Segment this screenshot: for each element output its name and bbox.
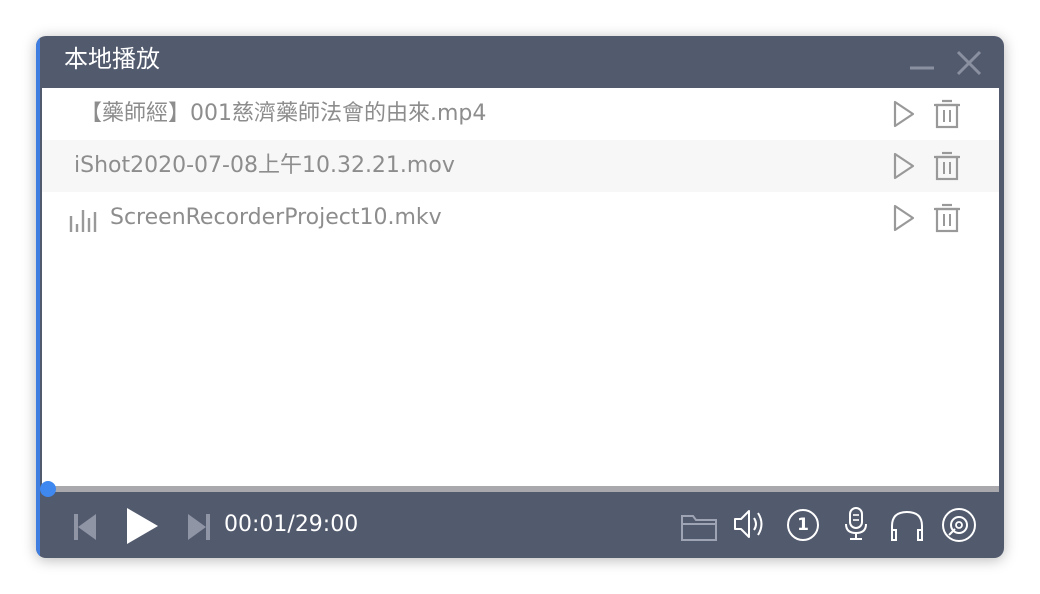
close-button[interactable] — [954, 48, 984, 78]
playlist-item[interactable]: 【藥師經】001慈濟藥師法會的由來.mp4 — [42, 88, 999, 140]
microphone-icon — [845, 507, 867, 540]
play-button[interactable] — [124, 506, 160, 546]
volume-icon — [734, 510, 763, 538]
play-item-button[interactable] — [888, 151, 918, 181]
volume-button[interactable] — [732, 508, 768, 540]
playlist-item-name: ScreenRecorderProject10.mkv — [110, 205, 442, 230]
play-icon — [893, 204, 915, 232]
next-icon — [188, 514, 210, 540]
play-item-button[interactable] — [888, 203, 918, 233]
loop-once-button[interactable]: 1 — [786, 508, 820, 542]
open-folder-button[interactable] — [680, 510, 718, 542]
player-controls: 00:01/29:00 1 — [36, 492, 1004, 558]
next-button[interactable] — [186, 512, 212, 542]
delete-item-button[interactable] — [932, 151, 962, 181]
playlist-item-name: iShot2020-07-08上午10.32.21.mov — [74, 153, 455, 178]
microphone-button[interactable] — [842, 506, 870, 542]
headphones-button[interactable] — [888, 508, 926, 542]
play-item-button[interactable] — [888, 99, 918, 129]
minimize-button[interactable] — [906, 48, 936, 78]
play-icon — [893, 100, 915, 128]
playlist-item-name: 【藥師經】001慈濟藥師法會的由來.mp4 — [80, 101, 487, 126]
trash-icon — [934, 151, 960, 181]
play-icon — [127, 508, 158, 544]
previous-button[interactable] — [72, 512, 98, 542]
playlist-item[interactable]: iShot2020-07-08上午10.32.21.mov — [42, 140, 999, 192]
equalizer-icon — [69, 210, 97, 232]
disc-icon — [942, 508, 976, 542]
trash-icon — [934, 99, 960, 129]
loop-count-label: 1 — [797, 515, 809, 535]
title-bar[interactable]: 本地播放 — [36, 36, 1004, 88]
play-icon — [893, 152, 915, 180]
window-title: 本地播放 — [64, 45, 160, 73]
delete-item-button[interactable] — [932, 203, 962, 233]
local-playback-window: 本地播放 【藥師經】001慈濟藥師法會的由來.mp4 iShot2020-07-… — [36, 36, 1004, 558]
time-display: 00:01/29:00 — [224, 512, 359, 537]
window-accent-strip — [36, 36, 40, 558]
playlist: 【藥師經】001慈濟藥師法會的由來.mp4 iShot2020-07-08上午1… — [42, 88, 999, 486]
delete-item-button[interactable] — [932, 99, 962, 129]
folder-icon — [681, 515, 717, 541]
previous-icon — [74, 514, 96, 540]
minus-icon — [910, 66, 934, 70]
trash-icon — [934, 203, 960, 233]
close-icon — [956, 50, 982, 76]
playlist-item[interactable]: ScreenRecorderProject10.mkv — [42, 192, 999, 244]
disc-button[interactable] — [940, 506, 978, 544]
headphones-icon — [891, 510, 923, 541]
